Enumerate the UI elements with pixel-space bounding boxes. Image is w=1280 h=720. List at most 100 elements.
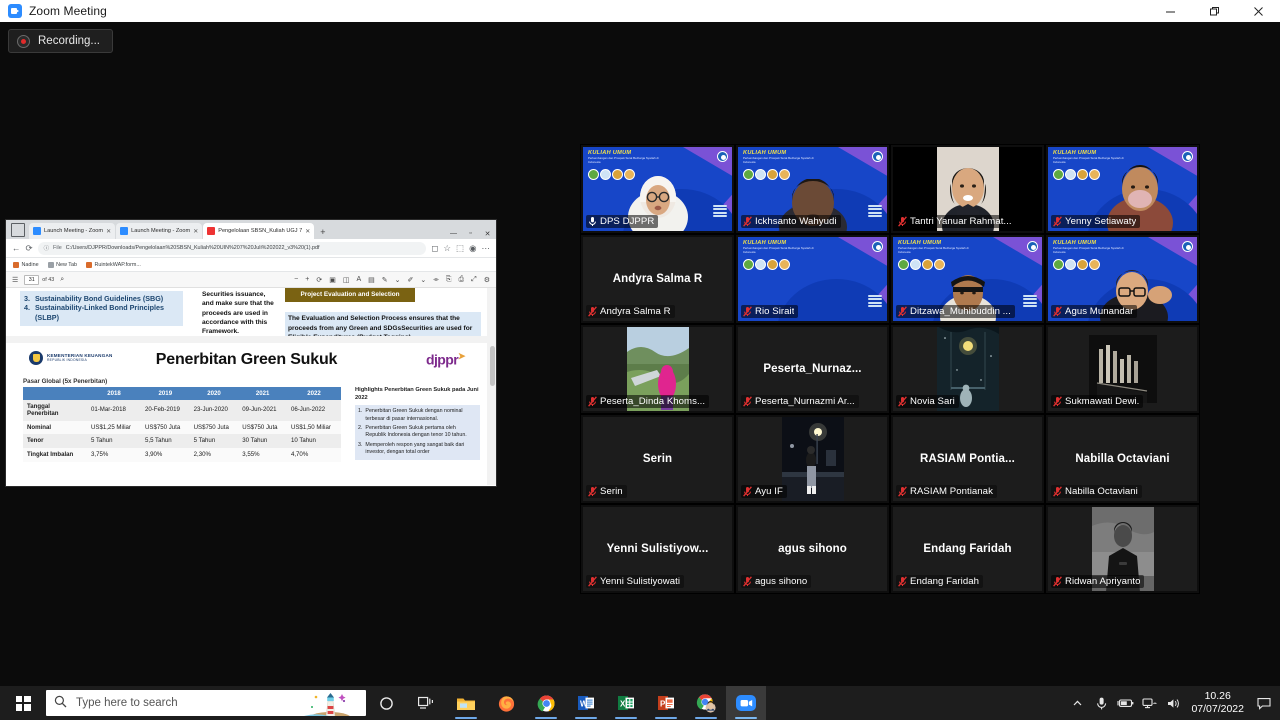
minimize-icon[interactable]: [1148, 0, 1192, 22]
participant-tile[interactable]: KULIAH UMUM Perkembangan dan Prospek Sur…: [890, 234, 1045, 324]
profile-icon[interactable]: ◉: [469, 243, 476, 254]
bookmark-item[interactable]: RuintekWAP.form...: [85, 261, 141, 268]
participant-tile[interactable]: RASIAM Pontia... RASIAM Pontianak: [890, 414, 1045, 504]
participant-tile[interactable]: Tantri Yanuar Rahmat...: [890, 144, 1045, 234]
read-aloud-icon[interactable]: ◫: [343, 276, 350, 284]
participant-tile[interactable]: Nabilla Octaviani Nabilla Octaviani: [1045, 414, 1200, 504]
participant-tile[interactable]: Novia Sari: [890, 324, 1045, 414]
highlight-icon[interactable]: ✐: [408, 276, 414, 284]
participant-tile[interactable]: KULIAH UMUM Perkembangan dan Prospek Sur…: [735, 144, 890, 234]
minimize-icon[interactable]: —: [445, 230, 462, 238]
close-icon[interactable]: ✕: [305, 228, 310, 235]
close-icon[interactable]: ✕: [106, 228, 111, 235]
microphone-muted-icon: [898, 216, 907, 227]
chrome-profile-icon[interactable]: [686, 686, 726, 720]
list-text: Sustainability-Linked Bond Principles (S…: [35, 303, 164, 322]
participant-tile[interactable]: Serin Serin: [580, 414, 735, 504]
recording-indicator[interactable]: Recording...: [8, 29, 114, 53]
maximize-icon[interactable]: ▫: [462, 230, 479, 238]
favorite-star-icon[interactable]: ☆: [443, 243, 451, 254]
show-hidden-icons[interactable]: [1065, 686, 1089, 720]
participant-tile[interactable]: Ayu IF: [735, 414, 890, 504]
task-view-icon[interactable]: [406, 686, 446, 720]
powerpoint-icon[interactable]: P: [646, 686, 686, 720]
participant-name-badge: Andyra Salma R: [586, 305, 675, 318]
save-icon[interactable]: ⎘: [446, 276, 452, 284]
back-arrow-icon[interactable]: ←: [12, 243, 21, 253]
network-icon[interactable]: [1137, 686, 1161, 720]
pdf-page-control[interactable]: 31 of 43: [24, 274, 54, 285]
participant-tile[interactable]: Peserta_Nurnaz... Peserta_Nurnazmi Ar...: [735, 324, 890, 414]
plus-icon[interactable]: +: [305, 276, 309, 283]
action-center-icon[interactable]: [1252, 686, 1276, 720]
draw-icon[interactable]: ✎: [382, 276, 388, 284]
settings-icon[interactable]: ⚙: [484, 276, 490, 284]
print-icon[interactable]: ⎙: [459, 276, 465, 284]
microphone-muted-icon: [588, 396, 597, 407]
participant-name-badge: Yenni Sulistiyowati: [586, 575, 685, 588]
slide-section-badge: Project Evaluation and Selection: [285, 288, 415, 302]
participant-tile[interactable]: Sukmawati Dewi.: [1045, 324, 1200, 414]
browser-tab[interactable]: Launch Meeting - Zoom ✕: [29, 223, 116, 239]
page-thumbnails-icon[interactable]: ☰: [12, 276, 18, 284]
chevron-down-icon[interactable]: ⌄: [395, 276, 401, 284]
extensions-icon[interactable]: ⬚: [456, 243, 464, 254]
close-icon[interactable]: [1236, 0, 1280, 22]
close-icon[interactable]: ✕: [193, 228, 198, 235]
fullscreen-icon[interactable]: ⤢: [471, 276, 477, 284]
participant-tile[interactable]: Endang Faridah Endang Faridah: [890, 504, 1045, 594]
participant-tile[interactable]: KULIAH UMUM Perkembangan dan Prospek Sur…: [1045, 144, 1200, 234]
bookmark-item[interactable]: New Tab: [47, 261, 77, 268]
close-icon[interactable]: ✕: [479, 230, 496, 238]
browser-tab[interactable]: Launch Meeting - Zoom ✕: [116, 223, 203, 239]
firefox-icon[interactable]: [486, 686, 526, 720]
pdf-page-input[interactable]: 31: [24, 274, 40, 285]
start-button[interactable]: [0, 686, 46, 720]
browser-tab-active[interactable]: Pengelolaan SBSN_Kuliah UGJ 7 ✕: [203, 223, 315, 239]
volume-icon[interactable]: [1161, 686, 1185, 720]
participant-tile[interactable]: KULIAH UMUM Perkembangan dan Prospek Sur…: [1045, 234, 1200, 324]
minus-icon[interactable]: −: [294, 276, 298, 283]
participant-tile[interactable]: Yenni Sulistiyow... Yenni Sulistiyowati: [580, 504, 735, 594]
participant-tile[interactable]: agus sihono agus sihono: [735, 504, 890, 594]
bookmark-item[interactable]: Nadine: [13, 261, 39, 268]
search-input[interactable]: Type here to search: [46, 690, 366, 716]
fit-page-icon[interactable]: ▣: [329, 276, 336, 284]
search-placeholder: Type here to search: [76, 697, 178, 709]
file-explorer-icon[interactable]: [446, 686, 486, 720]
search-icon[interactable]: ⌕: [60, 276, 64, 284]
url-input[interactable]: ⓘ File C:/Users/DJPPR/Downloads/Pengelol…: [37, 241, 427, 255]
participant-tile[interactable]: KULIAH UMUM Perkembangan dan Prospek Sur…: [735, 234, 890, 324]
reload-icon[interactable]: ⟳: [26, 243, 33, 254]
participant-tile[interactable]: KULIAH UMUM Perkembangan dan Prospek Sur…: [580, 144, 735, 234]
zoom-icon[interactable]: [726, 686, 766, 720]
rotate-icon[interactable]: ⟳: [316, 276, 322, 284]
clock[interactable]: 10.26 07/07/2022: [1185, 686, 1252, 720]
pdf-document-view[interactable]: 3. Sustainability Bond Guidelines (SBG) …: [6, 288, 496, 485]
vbg-books-icon: [868, 205, 882, 218]
chrome-icon[interactable]: [526, 686, 566, 720]
battery-icon[interactable]: [1113, 686, 1137, 720]
more-menu-icon[interactable]: ⋯: [482, 243, 491, 254]
cortana-icon[interactable]: [366, 686, 406, 720]
text-style-icon[interactable]: A: [356, 276, 361, 283]
restore-icon[interactable]: [1192, 0, 1236, 22]
participant-tile[interactable]: Ridwan Apriyanto: [1045, 504, 1200, 594]
participant-name: Tantri Yanuar Rahmat...: [910, 216, 1012, 227]
browser-window-controls: — ▫ ✕: [445, 230, 496, 239]
vbg-circle-icon: [922, 259, 933, 270]
participant-tile[interactable]: Peserta_Dinda Khoms...: [580, 324, 735, 414]
new-tab-button[interactable]: +: [315, 227, 330, 239]
shared-screen-window[interactable]: Launch Meeting - Zoom ✕ Launch Meeting -…: [6, 220, 496, 486]
microphone-icon[interactable]: [1089, 686, 1113, 720]
excel-icon[interactable]: X: [606, 686, 646, 720]
browser-tab-search-icon[interactable]: [11, 223, 25, 237]
pdf-scrollbar-thumb[interactable]: [490, 346, 495, 386]
pdf-scrollbar[interactable]: [489, 288, 496, 485]
word-icon[interactable]: W: [566, 686, 606, 720]
erase-icon[interactable]: ⌯: [433, 276, 439, 284]
layout-icon[interactable]: ▤: [368, 276, 375, 284]
chevron-down-icon[interactable]: ⌄: [420, 276, 426, 284]
participant-tile[interactable]: Andyra Salma R Andyra Salma R: [580, 234, 735, 324]
collections-icon[interactable]: ◻: [431, 243, 438, 254]
